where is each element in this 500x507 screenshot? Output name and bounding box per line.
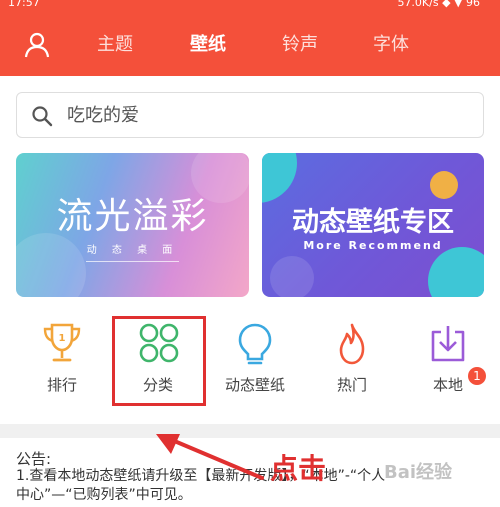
watermark: Bai经验 bbox=[384, 462, 453, 483]
top-nav: 主题 壁纸 铃声 字体 bbox=[0, 14, 500, 76]
trophy-icon: 1 bbox=[43, 323, 81, 362]
bulb-icon bbox=[238, 323, 272, 365]
category-live-wallpaper[interactable]: 动态壁纸 bbox=[215, 318, 295, 396]
search-bar[interactable]: 吃吃的爱 bbox=[16, 92, 484, 138]
status-bar: 17:57 57.0K/s ◆ ▼ 96 bbox=[0, 0, 500, 14]
banner-divider bbox=[86, 261, 179, 262]
category-label: 热门 bbox=[336, 376, 367, 394]
notice-title: 公告: bbox=[16, 450, 52, 468]
banner-live-wallpaper[interactable]: 动态壁纸专区 More Recommend bbox=[262, 153, 484, 297]
annotation-arrow bbox=[156, 434, 264, 480]
notification-badge: 1 bbox=[468, 367, 486, 385]
tab-wallpaper[interactable]: 壁纸 bbox=[190, 32, 226, 58]
download-icon bbox=[431, 326, 465, 362]
status-indicators: 57.0K/s ◆ ▼ 96 bbox=[397, 0, 480, 9]
category-label: 排行 bbox=[46, 376, 77, 394]
user-icon[interactable] bbox=[24, 32, 50, 58]
category-label: 动态壁纸 bbox=[224, 376, 285, 394]
banner-subtitle: More Recommend bbox=[303, 239, 443, 252]
annotation-label: 点击 bbox=[270, 452, 327, 485]
category-ranking[interactable]: 1 排行 bbox=[22, 318, 102, 396]
flame-icon bbox=[339, 323, 365, 365]
category-hot[interactable]: 热门 bbox=[312, 318, 392, 396]
notice-line: 中心”—“已购列表”中可见。 bbox=[16, 487, 192, 503]
tab-ringtone[interactable]: 铃声 bbox=[282, 32, 318, 58]
highlight-box bbox=[112, 316, 206, 406]
banner-subtitle: 动 态 桌 面 bbox=[86, 245, 179, 256]
banner-title: 动态壁纸专区 bbox=[292, 207, 454, 238]
banner-title: 流光溢彩 bbox=[56, 196, 209, 237]
tab-theme[interactable]: 主题 bbox=[97, 32, 133, 58]
search-input[interactable]: 吃吃的爱 bbox=[67, 104, 139, 128]
status-time: 17:57 bbox=[8, 0, 40, 9]
tab-font[interactable]: 字体 bbox=[373, 32, 409, 58]
search-icon bbox=[32, 106, 53, 127]
banner-flowing-colors[interactable]: 流光溢彩 动 态 桌 面 bbox=[16, 153, 249, 297]
svg-text:1: 1 bbox=[59, 333, 66, 344]
